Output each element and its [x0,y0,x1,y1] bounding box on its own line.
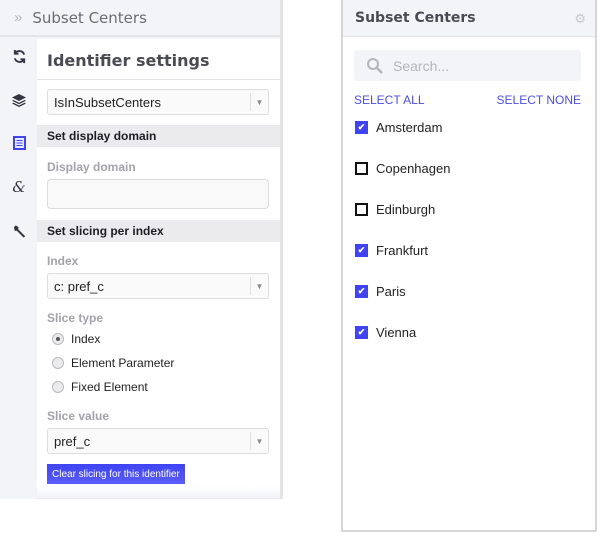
chevron-down-icon[interactable]: ▼ [250,93,268,111]
search-icon [367,58,383,74]
checkbox-checked[interactable]: ✔ [355,121,368,134]
collapse-icon[interactable]: » [14,9,22,26]
clear-slicing-button[interactable]: Clear slicing for this identifier [47,464,185,484]
refresh-icon[interactable] [10,47,28,65]
section-display-domain: Set display domain [37,125,280,147]
identifier-select[interactable]: IsInSubsetCenters ▼ [47,89,269,115]
gear-icon[interactable]: ⚙ [574,11,586,27]
widget-title: Subset Centers [355,10,476,26]
slice-type-label: Slice type [47,311,104,325]
identifier-settings-panel: » Subset Centers & Identifier settings I… [0,0,283,499]
section-slicing: Set slicing per index [37,220,280,242]
widget-header: Subset Centers ⚙ [343,0,595,37]
checkbox-unchecked[interactable] [355,162,368,175]
slice-value-select-value: pref_c [54,433,91,449]
checkbox-checked[interactable]: ✔ [355,326,368,339]
radio-index[interactable]: Index [52,332,100,346]
radio-label: Element Parameter [71,356,175,370]
checkbox-checked[interactable]: ✔ [355,285,368,298]
display-domain-input[interactable] [47,179,269,209]
list-item[interactable]: ✔ Paris [355,284,406,299]
page-title: Identifier settings [47,51,210,70]
chevron-down-icon[interactable]: ▼ [250,277,268,295]
index-label: Index [47,254,79,268]
list-item-label: Frankfurt [376,243,429,258]
ampersand-icon[interactable]: & [10,178,28,196]
subset-centers-widget: Subset Centers ⚙ Search... SELECT ALL SE… [341,0,597,532]
radio-label: Index [71,332,101,346]
left-panel-header: » Subset Centers [0,0,280,37]
list-item[interactable]: Edinburgh [355,202,435,217]
panel-footer [37,486,280,499]
list-item[interactable]: ✔ Frankfurt [355,243,428,258]
radio-button[interactable] [52,381,64,393]
layers-icon[interactable] [10,91,28,109]
slice-value-label: Slice value [47,409,110,423]
index-select[interactable]: c: pref_c ▼ [47,273,269,299]
checkbox-checked[interactable]: ✔ [355,244,368,257]
settings-content: Identifier settings IsInSubsetCenters ▼ … [37,39,280,499]
slice-value-select[interactable]: pref_c ▼ [47,428,269,454]
list-item-label: Paris [376,284,406,299]
index-select-value: c: pref_c [54,278,104,294]
radio-fixed-element[interactable]: Fixed Element [52,380,148,394]
checkbox-unchecked[interactable] [355,203,368,216]
select-none-link[interactable]: SELECT NONE [497,93,581,107]
list-item[interactable]: ✔ Amsterdam [355,120,442,135]
chevron-down-icon[interactable]: ▼ [250,432,268,450]
list-item-label: Amsterdam [376,120,443,135]
list-item-label: Copenhagen [376,161,451,176]
list-item-label: Edinburgh [376,202,436,217]
radio-button[interactable] [52,357,64,369]
wrench-icon[interactable] [10,222,28,240]
display-domain-label: Display domain [47,160,136,174]
icon-sidebar: & [0,37,37,499]
list-item[interactable]: Copenhagen [355,161,450,176]
radio-button-selected[interactable] [52,333,64,345]
radio-element-parameter[interactable]: Element Parameter [52,356,174,370]
radio-label: Fixed Element [71,380,148,394]
search-placeholder: Search... [393,57,450,74]
identifier-select-value: IsInSubsetCenters [54,94,161,110]
divider [37,79,280,80]
select-all-link[interactable]: SELECT ALL [354,93,425,107]
left-panel-title: Subset Centers [32,8,147,27]
search-input[interactable]: Search... [354,50,581,81]
list-item-label: Vienna [376,325,417,340]
list-item[interactable]: ✔ Vienna [355,325,416,340]
document-icon[interactable] [10,134,28,152]
